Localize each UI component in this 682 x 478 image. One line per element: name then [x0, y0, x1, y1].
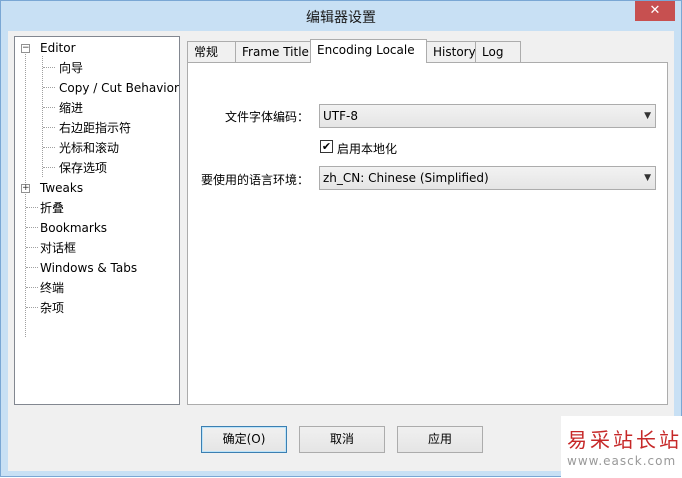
- language-label: 要使用的语言环境：: [201, 173, 310, 187]
- tree-connector: [26, 287, 38, 288]
- encoding-label: 文件字体编码：: [225, 110, 310, 124]
- checkmark-icon: ✔: [321, 140, 332, 153]
- tab-general[interactable]: 常规: [187, 41, 236, 62]
- tree-connector: [43, 147, 55, 148]
- window-title: 编辑器设置: [306, 10, 376, 26]
- tree-connector: [43, 67, 55, 68]
- tab-frame-title[interactable]: Frame Title: [235, 41, 311, 62]
- encoding-value: UTF-8: [323, 109, 358, 123]
- tree-connector: [43, 87, 55, 88]
- watermark-text: 易采站长站: [567, 428, 682, 452]
- tree-item-cursor-scroll[interactable]: 光标和滚动: [59, 138, 119, 158]
- tab-encoding-locale[interactable]: Encoding Locale: [310, 39, 427, 63]
- tab-log[interactable]: Log: [475, 41, 521, 62]
- tree-item-label: Tweaks: [40, 181, 84, 195]
- tree-item-right-margin[interactable]: 右边距指示符: [59, 118, 131, 138]
- watermark-url: www.easck.com: [567, 454, 677, 468]
- encoding-locale-panel: 文件字体编码： UTF-8 ▼ ✔ 启用本地化 要使用的语言环境： zh_CN:…: [187, 62, 668, 405]
- dialog-body: − Editor 向导 Copy / Cut Behavior 缩进 右边距指示…: [8, 31, 674, 471]
- tree-item-dialogs[interactable]: 对话框: [40, 238, 76, 258]
- tree-item-wizard[interactable]: 向导: [59, 58, 83, 78]
- apply-button[interactable]: 应用: [397, 426, 483, 453]
- tree-item-folding[interactable]: 折叠: [40, 198, 64, 218]
- tree-item-save-options[interactable]: 保存选项: [59, 158, 107, 178]
- enable-localization-checkbox[interactable]: ✔: [320, 140, 333, 153]
- tree-connector: [26, 247, 38, 248]
- tree-connector: [26, 227, 38, 228]
- cancel-button[interactable]: 取消: [299, 426, 385, 453]
- tree-item-terminal[interactable]: 终端: [40, 278, 64, 298]
- tree-item-indent[interactable]: 缩进: [59, 98, 83, 118]
- title-bar[interactable]: 编辑器设置 ✕: [1, 1, 681, 31]
- tree-connector: [26, 267, 38, 268]
- enable-localization-label[interactable]: 启用本地化: [337, 140, 397, 157]
- tree-item-bookmarks[interactable]: Bookmarks: [40, 218, 107, 238]
- tree-item-windows-tabs[interactable]: Windows & Tabs: [40, 258, 137, 278]
- tree-item-misc[interactable]: 杂项: [40, 298, 64, 318]
- settings-tree[interactable]: − Editor 向导 Copy / Cut Behavior 缩进 右边距指示…: [14, 36, 180, 405]
- tree-connector: [26, 207, 38, 208]
- expand-icon[interactable]: +: [21, 184, 30, 193]
- ok-button[interactable]: 确定(O): [201, 426, 287, 453]
- watermark: 易采站长站 www.easck.com: [561, 416, 682, 478]
- chevron-down-icon: ▼: [644, 111, 651, 121]
- tree-item-copy-cut[interactable]: Copy / Cut Behavior: [59, 78, 179, 98]
- tree-item-label: Editor: [40, 41, 76, 55]
- tree-connector: [26, 307, 38, 308]
- tab-history[interactable]: History: [426, 41, 476, 62]
- close-icon: ✕: [649, 3, 661, 18]
- tree-connector: [43, 127, 55, 128]
- tree-connector: [43, 167, 55, 168]
- collapse-icon[interactable]: −: [21, 44, 30, 53]
- encoding-select[interactable]: UTF-8 ▼: [319, 104, 656, 128]
- close-button[interactable]: ✕: [635, 1, 675, 21]
- language-value: zh_CN: Chinese (Simplified): [323, 171, 489, 185]
- language-select[interactable]: zh_CN: Chinese (Simplified) ▼: [319, 166, 656, 190]
- chevron-down-icon: ▼: [644, 173, 651, 183]
- tree-connector: [43, 107, 55, 108]
- settings-dialog: 编辑器设置 ✕ − Editor 向导 Copy / Cut Behavior …: [0, 0, 682, 478]
- tree-line-editor: [42, 56, 43, 177]
